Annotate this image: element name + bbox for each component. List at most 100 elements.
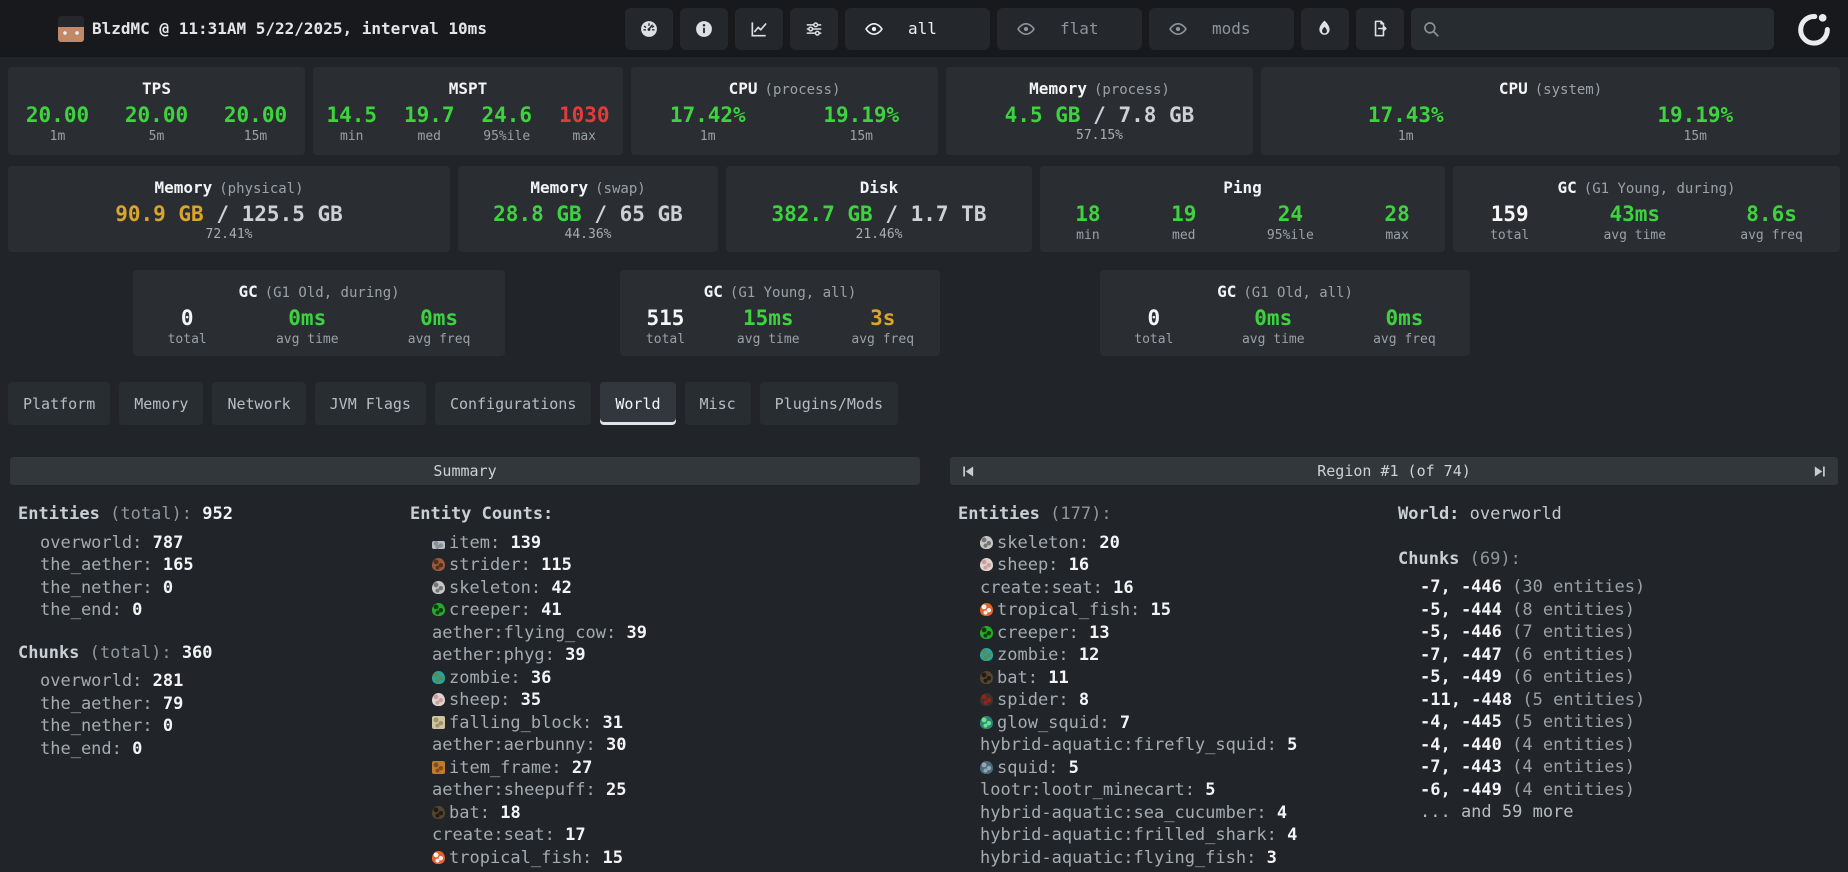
entity-name: zombie: <box>449 668 521 688</box>
entity-spawn-egg-icon <box>980 693 993 706</box>
widget-subtitle: (G1 Young, all) <box>730 285 856 301</box>
visibility-toggle[interactable]: all <box>845 8 990 50</box>
visibility-toggle[interactable]: flat <box>997 8 1142 50</box>
stat-label: avg freq <box>408 332 471 347</box>
chunks-by-dimension: overworld: 281the_aether: 79the_nether: … <box>18 670 410 760</box>
search-input[interactable] <box>1411 8 1774 50</box>
entity-count: 4 <box>1277 803 1287 823</box>
stat-label: 95%ile <box>1267 228 1314 243</box>
chunk-row: -5, -449 (6 entities) <box>1398 666 1830 689</box>
tab[interactable]: Configurations <box>435 382 591 425</box>
stat-value: 24.6 <box>481 103 532 127</box>
flame-graph-button[interactable] <box>1301 8 1349 50</box>
spark-logo[interactable] <box>1774 9 1834 49</box>
chunk-entity-count: (8 entities) <box>1512 600 1635 620</box>
page-title: BlzdMC @ 11:31AM 5/22/2025, interval 10m… <box>92 19 487 38</box>
export-button[interactable] <box>1356 8 1404 50</box>
tab[interactable]: JVM Flags <box>315 382 426 425</box>
tab[interactable]: Network <box>212 382 305 425</box>
entity-count-row: create:seat: 17 <box>410 824 912 847</box>
usage-total: 125.5 GB <box>242 202 343 226</box>
visibility-toggle[interactable]: mods <box>1149 8 1294 50</box>
entity-count-row: create:seat: 16 <box>958 577 1398 600</box>
entity-count: 27 <box>572 758 592 778</box>
eye-icon <box>1168 19 1188 39</box>
stat-label: avg freq <box>851 332 914 347</box>
region-first-button[interactable] <box>959 463 976 480</box>
stat-cell: 0msavg freq <box>408 307 471 347</box>
stat-value: 515 <box>647 306 685 330</box>
widget-title: TPS <box>142 79 171 98</box>
usage-total: 65 GB <box>620 202 683 226</box>
entity-spawn-egg-icon <box>980 761 993 774</box>
toggle-label: flat <box>1060 19 1099 38</box>
widget-subtitle: (G1 Young, during) <box>1584 181 1736 197</box>
stat-label: max <box>559 129 610 144</box>
entity-name: glow_squid: <box>997 713 1110 733</box>
tab[interactable]: Memory <box>119 382 203 425</box>
stat-value: 14.5 <box>326 103 377 127</box>
entities-by-dimension: overworld: 787the_aether: 165the_nether:… <box>18 532 410 622</box>
stat-value: 159 <box>1491 202 1529 226</box>
entity-name: creeper: <box>997 623 1079 643</box>
region-last-button[interactable] <box>1812 463 1829 480</box>
entity-count: 15 <box>603 848 623 868</box>
stat-cell: 0total <box>1134 307 1173 347</box>
tab[interactable]: Misc <box>685 382 751 425</box>
widget-subtitle: (system) <box>1535 82 1602 98</box>
entity-name: item: <box>449 533 500 553</box>
stat-cell: 0msavg time <box>1242 307 1305 347</box>
chunk-coords: -5, -446 <box>1420 622 1502 642</box>
stat-value: 20.00 <box>26 103 89 127</box>
stat-label: 5m <box>125 129 188 144</box>
stat-value: 20.00 <box>224 103 287 127</box>
entity-count: 18 <box>500 803 520 823</box>
summary-entity-counts-column: Entity Counts: item: 139strider: 115skel… <box>410 503 912 869</box>
entity-name: hybrid-aquatic:firefly_squid: <box>980 735 1277 755</box>
entity-count-row: bat: 18 <box>410 802 912 825</box>
graph-button[interactable] <box>735 8 783 50</box>
entity-count-row: creeper: 41 <box>410 599 912 622</box>
widget-subtitle: (process) <box>1094 82 1170 98</box>
summary-header: Summary <box>10 457 920 485</box>
widget-gc-g1-old-during: GC(G1 Old, during) 0total0msavg time0msa… <box>133 270 505 356</box>
entity-spawn-egg-icon <box>980 558 993 571</box>
tab[interactable]: World <box>600 382 675 425</box>
stat-value: 0ms <box>1385 306 1423 330</box>
entity-spawn-egg-icon <box>980 648 993 661</box>
stat-value: 0ms <box>288 306 326 330</box>
tab[interactable]: Plugins/Mods <box>760 382 898 425</box>
region-entities-heading: Entities (177): <box>958 503 1398 526</box>
entity-name: hybrid-aquatic:sea_cucumber: <box>980 803 1267 823</box>
stat-label: 95%ile <box>481 129 532 144</box>
widget-memory-process: Memory(process) 4.5 GB / 7.8 GB 57.15% <box>946 67 1253 155</box>
eye-icon <box>864 19 884 39</box>
metrics-gauge-button[interactable] <box>625 8 673 50</box>
dimension-row: the_end: 0 <box>18 599 410 622</box>
stat-label: total <box>646 332 685 347</box>
entity-count: 8 <box>1079 690 1089 710</box>
dimension-row: the_nether: 0 <box>18 715 410 738</box>
widget-title: Memory <box>1029 79 1087 98</box>
info-button[interactable] <box>680 8 728 50</box>
entity-name: falling_block: <box>449 713 592 733</box>
entity-count-row: aether:flying_cow: 39 <box>410 622 912 645</box>
entity-spawn-egg-icon <box>432 558 445 571</box>
stat-label: max <box>1384 228 1409 243</box>
entity-count: 139 <box>510 533 541 553</box>
filter-sliders-button[interactable] <box>790 8 838 50</box>
stat-value: 15ms <box>743 306 794 330</box>
tab[interactable]: Platform <box>8 382 110 425</box>
entity-spawn-egg-icon <box>432 541 445 549</box>
stat-value: 0 <box>181 306 194 330</box>
entity-count-row: tropical_fish: 15 <box>958 599 1398 622</box>
toggle-label: mods <box>1212 19 1251 38</box>
info-icon <box>694 19 714 39</box>
stat-label: avg freq <box>1373 332 1436 347</box>
stat-cell: 0ms avg freq <box>1373 307 1436 347</box>
entity-count-row: aether:aerbunny: 30 <box>410 734 912 757</box>
chunk-coords: -6, -449 <box>1420 780 1502 800</box>
entity-count-row: hybrid-aquatic:frilled_shark: 4 <box>958 824 1398 847</box>
stat-cell: 19med <box>1171 203 1196 243</box>
entity-count-row: lootr:lootr_minecart: 5 <box>958 779 1398 802</box>
